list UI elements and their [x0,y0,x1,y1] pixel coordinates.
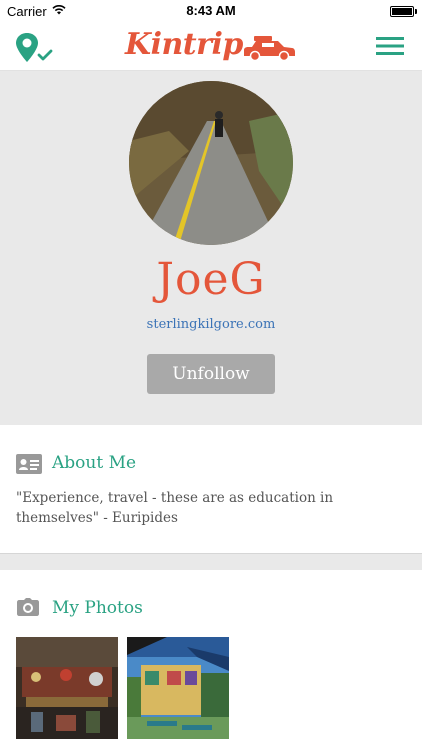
unfollow-button[interactable]: Unfollow [147,354,275,394]
logo-text: Kintrip [125,27,243,62]
my-photos-title: My Photos [52,598,143,618]
photo-thumbnail[interactable] [127,637,229,739]
battery-icon [390,6,417,17]
camera-icon [17,598,39,616]
location-check-icon[interactable] [14,32,54,64]
photo-thumbnail[interactable] [16,637,118,739]
nav-bar: Kintrip [0,22,422,71]
hamburger-menu-icon[interactable] [376,35,404,57]
about-me-title: About Me [52,453,137,473]
status-time: 8:43 AM [186,3,236,18]
car-icon [244,36,295,62]
status-bar: Carrier 8:43 AM [0,0,422,22]
section-divider [0,553,422,570]
profile-website-link[interactable]: sterlingkilgore.com [0,317,422,332]
about-me-section: About Me "Experience, travel - these are… [0,425,422,553]
id-card-icon [16,454,42,474]
profile-avatar[interactable] [129,81,293,245]
about-me-quote: "Experience, travel - these are as educa… [16,490,334,526]
my-photos-section: My Photos [0,570,422,750]
kintrip-logo[interactable]: Kintrip [120,26,300,66]
profile-header: JoeG sterlingkilgore.com Unfollow [0,71,422,425]
profile-username: JoeG [156,254,266,305]
